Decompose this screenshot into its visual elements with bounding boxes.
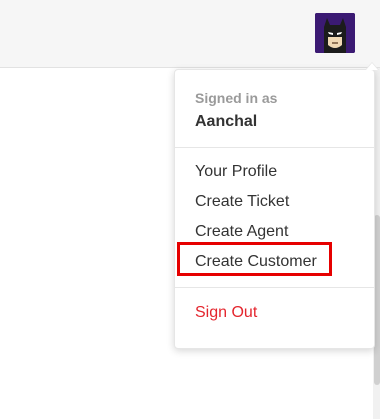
menu-item-create-agent[interactable]: Create Agent	[195, 222, 288, 242]
user-avatar-button[interactable]	[315, 13, 355, 53]
top-bar	[0, 0, 380, 68]
signed-in-label: Signed in as	[195, 90, 278, 106]
menu-divider	[175, 147, 374, 148]
dropdown-caret	[365, 62, 379, 70]
menu-item-create-customer[interactable]: Create Customer	[195, 252, 317, 272]
sign-out-link[interactable]: Sign Out	[195, 303, 257, 323]
user-dropdown-menu: Signed in as Aanchal Your Profile Create…	[174, 62, 379, 349]
menu-item-create-ticket[interactable]: Create Ticket	[195, 192, 289, 212]
batman-avatar-icon	[315, 13, 355, 53]
signed-in-user-name: Aanchal	[195, 113, 258, 130]
menu-item-your-profile[interactable]: Your Profile	[195, 162, 277, 182]
menu-divider	[175, 287, 374, 288]
